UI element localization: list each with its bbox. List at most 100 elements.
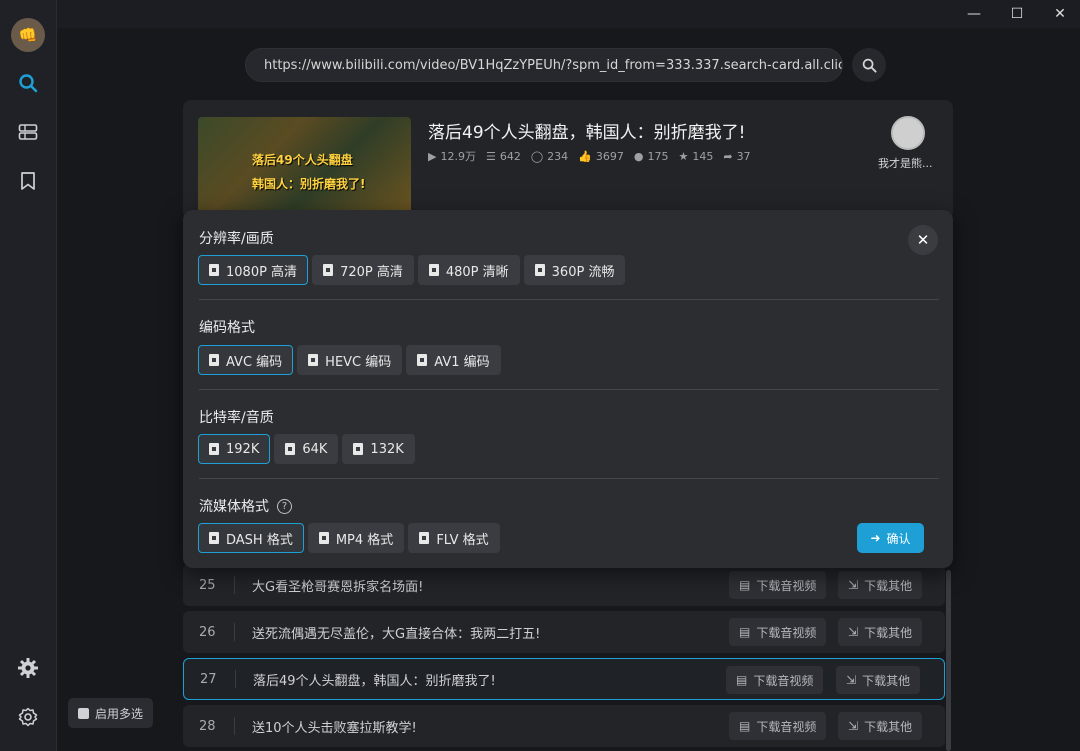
codec-option-hevc[interactable]: HEVC 编码 (297, 345, 403, 375)
gear-icon (18, 707, 38, 727)
file-icon (323, 264, 334, 276)
close-window-button[interactable]: ✕ (1038, 0, 1080, 28)
file-icon (428, 264, 439, 276)
resolution-option-1080p[interactable]: 1080P 高清 (198, 255, 309, 285)
resolution-label-text: 分辨率/画质 (199, 231, 274, 247)
minimize-button[interactable]: — (952, 0, 996, 28)
row-number: 27 (184, 670, 236, 688)
url-input[interactable]: https://www.bilibili.com/video/BV1HqZzYP… (245, 48, 843, 82)
codec-option-avc[interactable]: AVC 编码 (198, 345, 294, 375)
file-icon (318, 532, 329, 544)
list-icon (18, 124, 38, 140)
download-other-button[interactable]: ⇲ 下载其他 (838, 712, 923, 740)
video-stats: ▶ 12.9万 ☰ 642 ◯ 234 👍 3697 ● 175 ★ 145 ➦ 37 (428, 148, 751, 164)
cog-icon (18, 658, 38, 678)
file-icon (419, 532, 430, 544)
close-modal-button[interactable]: ✕ (908, 225, 938, 255)
option-label: MP4 格式 (335, 532, 394, 548)
download-other-button[interactable]: ⇲ 下载其他 (836, 666, 921, 694)
export-icon: ⇲ (848, 719, 859, 733)
option-label: AVC 编码 (226, 354, 283, 370)
uploader-name[interactable]: 我才是熊... (878, 155, 933, 171)
export-icon: ⇲ (846, 673, 857, 687)
list-item-active[interactable]: 27 落后49个人头翻盘，韩国人：别折磨我了! ▤ 下载音视频 ⇲ 下载其他 (183, 658, 945, 700)
codec-option-av1[interactable]: AV1 编码 (406, 345, 501, 375)
download-other-label: 下载其他 (862, 673, 911, 688)
share-count: 37 (736, 149, 751, 163)
option-label: AV1 编码 (434, 354, 490, 370)
resolution-option-480p[interactable]: 480P 清晰 (417, 255, 520, 285)
search-button[interactable] (852, 48, 886, 82)
stream-option-dash[interactable]: DASH 格式 (198, 523, 304, 553)
option-label: 132K (370, 441, 404, 457)
bookmark-nav-button[interactable] (13, 166, 43, 196)
resolution-section-label: 分辨率/画质 (199, 228, 274, 248)
list-item[interactable]: 25 大G看圣枪哥赛恩拆家名场面! ▤ 下载音视频 ⇲ 下载其他 (183, 564, 945, 606)
bitrate-option-132k[interactable]: 132K (342, 434, 415, 464)
row-title: 大G看圣枪哥赛恩拆家名场面! (252, 579, 424, 595)
download-other-button[interactable]: ⇲ 下载其他 (838, 571, 923, 599)
bitrate-option-64k[interactable]: 64K (274, 434, 339, 464)
file-icon (534, 264, 545, 276)
multi-select-label: 启用多选 (95, 706, 144, 721)
download-av-label: 下载音视频 (756, 719, 817, 734)
video-thumbnail[interactable]: 落后49个人头翻盘 韩国人：别折磨我了! (198, 117, 411, 213)
resolution-option-720p[interactable]: 720P 高清 (312, 255, 414, 285)
export-icon: ⇲ (848, 625, 859, 639)
arrow-right-icon: ➜ (870, 531, 881, 545)
row-number: 28 (183, 717, 235, 735)
list-item[interactable]: 26 送死流偶遇无尽盖伦，大G直接合体：我两二打五! ▤ 下载音视频 ⇲ 下载其他 (183, 611, 945, 653)
video-info-card: 落后49个人头翻盘 韩国人：别折磨我了! 落后49个人头翻盘，韩国人：别折磨我了… (183, 100, 953, 220)
divider (199, 389, 939, 390)
option-label: FLV 格式 (436, 532, 489, 548)
download-av-label: 下载音视频 (756, 625, 817, 640)
list-scrollbar[interactable] (946, 570, 951, 751)
row-title: 送10个人头击败塞拉斯教学! (252, 720, 417, 736)
comment-icon: ◯ (530, 149, 544, 163)
star-icon: ★ (678, 149, 689, 163)
sidebar: 👊 (0, 0, 57, 751)
download-av-button[interactable]: ▤ 下载音视频 (726, 666, 824, 694)
resolution-option-360p[interactable]: 360P 流畅 (523, 255, 626, 285)
file-icon (209, 443, 219, 455)
plugin-nav-button[interactable] (13, 653, 43, 683)
help-icon[interactable]: ? (277, 498, 292, 514)
download-other-label: 下载其他 (864, 625, 913, 640)
resolution-options: 1080P 高清 720P 高清 480P 清晰 360P 流畅 (198, 255, 626, 285)
stream-option-mp4[interactable]: MP4 格式 (307, 523, 405, 553)
stream-option-flv[interactable]: FLV 格式 (408, 523, 500, 553)
thumbnail-caption-1: 落后49个人头翻盘 (252, 153, 353, 167)
download-av-button[interactable]: ▤ 下载音视频 (729, 712, 827, 740)
settings-nav-button[interactable] (13, 702, 43, 732)
file-icon (417, 354, 428, 366)
like-count: 3697 (595, 149, 624, 163)
divider (199, 299, 939, 300)
file-icon (308, 354, 319, 366)
list-item[interactable]: 28 送10个人头击败塞拉斯教学! ▤ 下载音视频 ⇲ 下载其他 (183, 705, 945, 747)
multi-select-toggle[interactable]: 启用多选 (68, 698, 154, 728)
bitrate-label-text: 比特率/音质 (199, 410, 274, 426)
stream-section-label: 流媒体格式 ? (199, 496, 292, 516)
list-nav-button[interactable] (13, 117, 43, 147)
like-icon: 👍 (578, 149, 592, 163)
file-icon (285, 443, 296, 455)
download-av-button[interactable]: ▤ 下载音视频 (729, 618, 827, 646)
divider (199, 478, 939, 479)
maximize-button[interactable]: ☐ (995, 0, 1039, 28)
file-icon (209, 532, 219, 544)
search-nav-button[interactable] (13, 68, 43, 98)
file-icon: ▤ (739, 578, 751, 592)
uploader-avatar[interactable] (891, 116, 925, 150)
download-av-button[interactable]: ▤ 下载音视频 (729, 571, 827, 599)
row-title: 送死流偶遇无尽盖伦，大G直接合体：我两二打五! (252, 626, 541, 642)
stream-options: DASH 格式 MP4 格式 FLV 格式 (198, 523, 500, 553)
confirm-button[interactable]: ➜ 确认 (857, 523, 924, 553)
bitrate-option-192k[interactable]: 192K (198, 434, 271, 464)
file-icon (353, 443, 364, 455)
download-other-button[interactable]: ⇲ 下载其他 (838, 618, 923, 646)
user-avatar[interactable]: 👊 (11, 18, 45, 52)
favorite-count: 145 (692, 149, 714, 163)
danmaku-icon: ☰ (485, 149, 496, 163)
file-icon: ▤ (739, 625, 751, 639)
download-options-modal: ✕ 分辨率/画质 1080P 高清 720P 高清 480P 清晰 360P 流… (183, 210, 953, 568)
